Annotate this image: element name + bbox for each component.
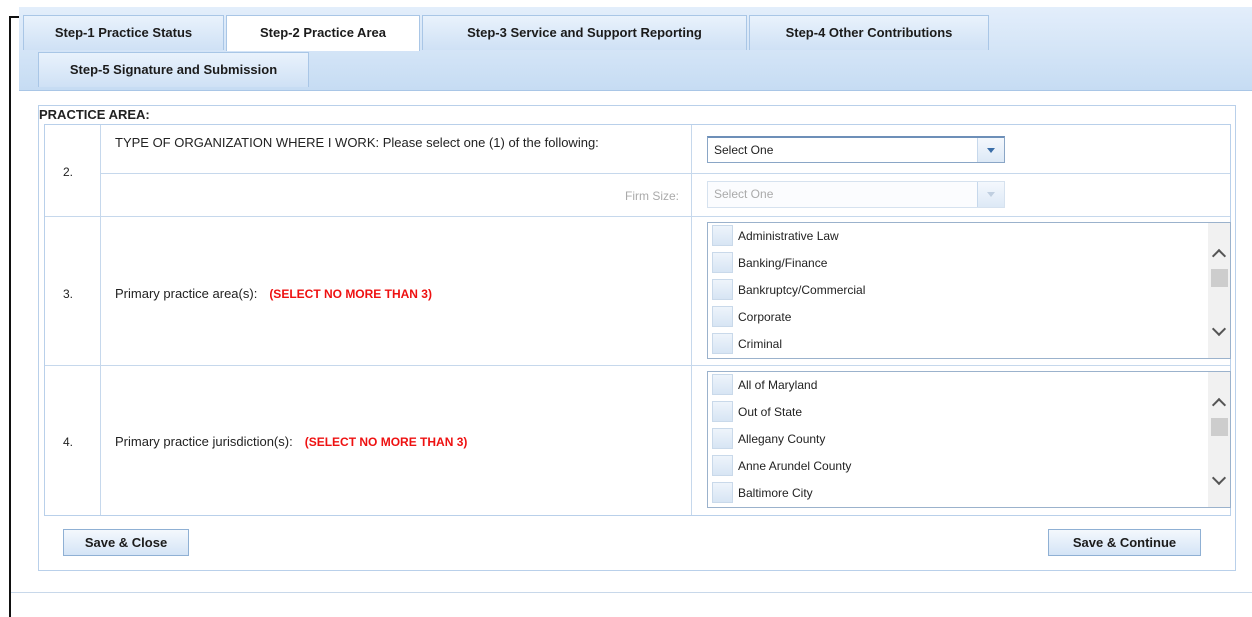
checkbox[interactable] [712,306,733,327]
question-4-number: 4. [63,435,74,449]
question-4-label: Primary practice jurisdiction(s): (SELECT… [115,434,467,449]
question-4-label-text: Primary practice jurisdiction(s): [115,434,293,449]
chevron-down-icon [977,138,1004,162]
question-2-label: TYPE OF ORGANIZATION WHERE I WORK: Pleas… [115,135,599,150]
option-label: Corporate [738,310,792,324]
tab-step-4-other-contributions[interactable]: Step-4 Other Contributions [749,15,989,50]
question-3-limit-note: (SELECT NO MORE THAN 3) [269,287,432,301]
option-label: Baltimore City [738,486,813,500]
jurisdiction-option[interactable]: Baltimore City [710,480,1190,506]
scrollbar-thumb[interactable] [1211,418,1228,436]
firm-size-select-value: Select One [714,187,774,201]
checkbox[interactable] [712,455,733,476]
option-label: All of Maryland [738,378,818,392]
question-3-number: 3. [63,287,74,301]
checkbox[interactable] [712,428,733,449]
option-label: Administrative Law [738,229,839,243]
window-left-border [9,16,11,617]
jurisdiction-option[interactable]: Allegany County [710,426,1190,452]
firm-size-label: Firm Size: [625,189,679,203]
question-2-number: 2. [63,165,74,179]
practice-area-listbox[interactable]: Administrative Law Banking/Finance Bankr… [707,222,1231,359]
step-tab-bar: Step-1 Practice Status Step-2 Practice A… [19,7,1252,91]
grid-divider [45,365,1230,366]
grid-divider [100,173,1230,174]
firm-size-select: Select One [707,181,1005,208]
scrollbar-thumb[interactable] [1211,269,1228,287]
practice-area-option[interactable]: Bankruptcy/Commercial [710,277,1190,303]
practice-area-option[interactable]: Banking/Finance [710,250,1190,276]
question-4-limit-note: (SELECT NO MORE THAN 3) [304,435,468,449]
tab-step-2-practice-area[interactable]: Step-2 Practice Area [226,15,420,51]
chevron-up-icon[interactable] [1208,390,1230,416]
tab-step-5-signature-submission[interactable]: Step-5 Signature and Submission [38,52,309,87]
grid-divider [45,216,1230,217]
checkbox[interactable] [712,401,733,422]
save-close-button[interactable]: Save & Close [63,529,189,556]
option-label: Allegany County [738,432,826,446]
option-label: Banking/Finance [738,256,828,270]
chevron-up-icon[interactable] [1208,241,1230,267]
chevron-down-icon[interactable] [1208,320,1230,346]
grid-divider [691,125,692,515]
section-title: PRACTICE AREA: [39,107,150,122]
jurisdiction-option[interactable]: Anne Arundel County [710,453,1190,479]
practice-area-scrollbar[interactable] [1208,223,1230,358]
checkbox[interactable] [712,374,733,395]
checkbox[interactable] [712,279,733,300]
organization-type-select-value: Select One [714,143,774,157]
option-label: Bankruptcy/Commercial [738,283,866,297]
question-3-label: Primary practice area(s): (SELECT NO MORE… [115,286,432,301]
jurisdiction-option[interactable]: Out of State [710,399,1190,425]
grid-divider [100,125,101,515]
practice-area-option[interactable]: Criminal [710,331,1190,357]
chevron-down-icon[interactable] [1208,469,1230,495]
chevron-down-icon [977,182,1004,207]
checkbox[interactable] [712,482,733,503]
tab-step-1-practice-status[interactable]: Step-1 Practice Status [23,15,224,50]
checkbox[interactable] [712,252,733,273]
option-label: Out of State [738,405,803,419]
checkbox[interactable] [712,225,733,246]
question-3-label-text: Primary practice area(s): [115,286,258,301]
save-continue-button[interactable]: Save & Continue [1048,529,1201,556]
option-label: Anne Arundel County [738,459,852,473]
tab-step-3-service-support[interactable]: Step-3 Service and Support Reporting [422,15,747,50]
jurisdiction-listbox[interactable]: All of Maryland Out of State Allegany Co… [707,371,1231,508]
jurisdiction-option[interactable]: All of Maryland [710,372,1190,398]
practice-area-option[interactable]: Corporate [710,304,1190,330]
practice-area-option[interactable]: Administrative Law [710,223,1190,249]
window-bottom-border [11,592,1252,593]
practice-area-form-grid: 2. TYPE OF ORGANIZATION WHERE I WORK: Pl… [44,124,1231,516]
option-label: Criminal [738,337,783,351]
organization-type-select[interactable]: Select One [707,136,1005,163]
checkbox[interactable] [712,333,733,354]
jurisdiction-scrollbar[interactable] [1208,372,1230,507]
